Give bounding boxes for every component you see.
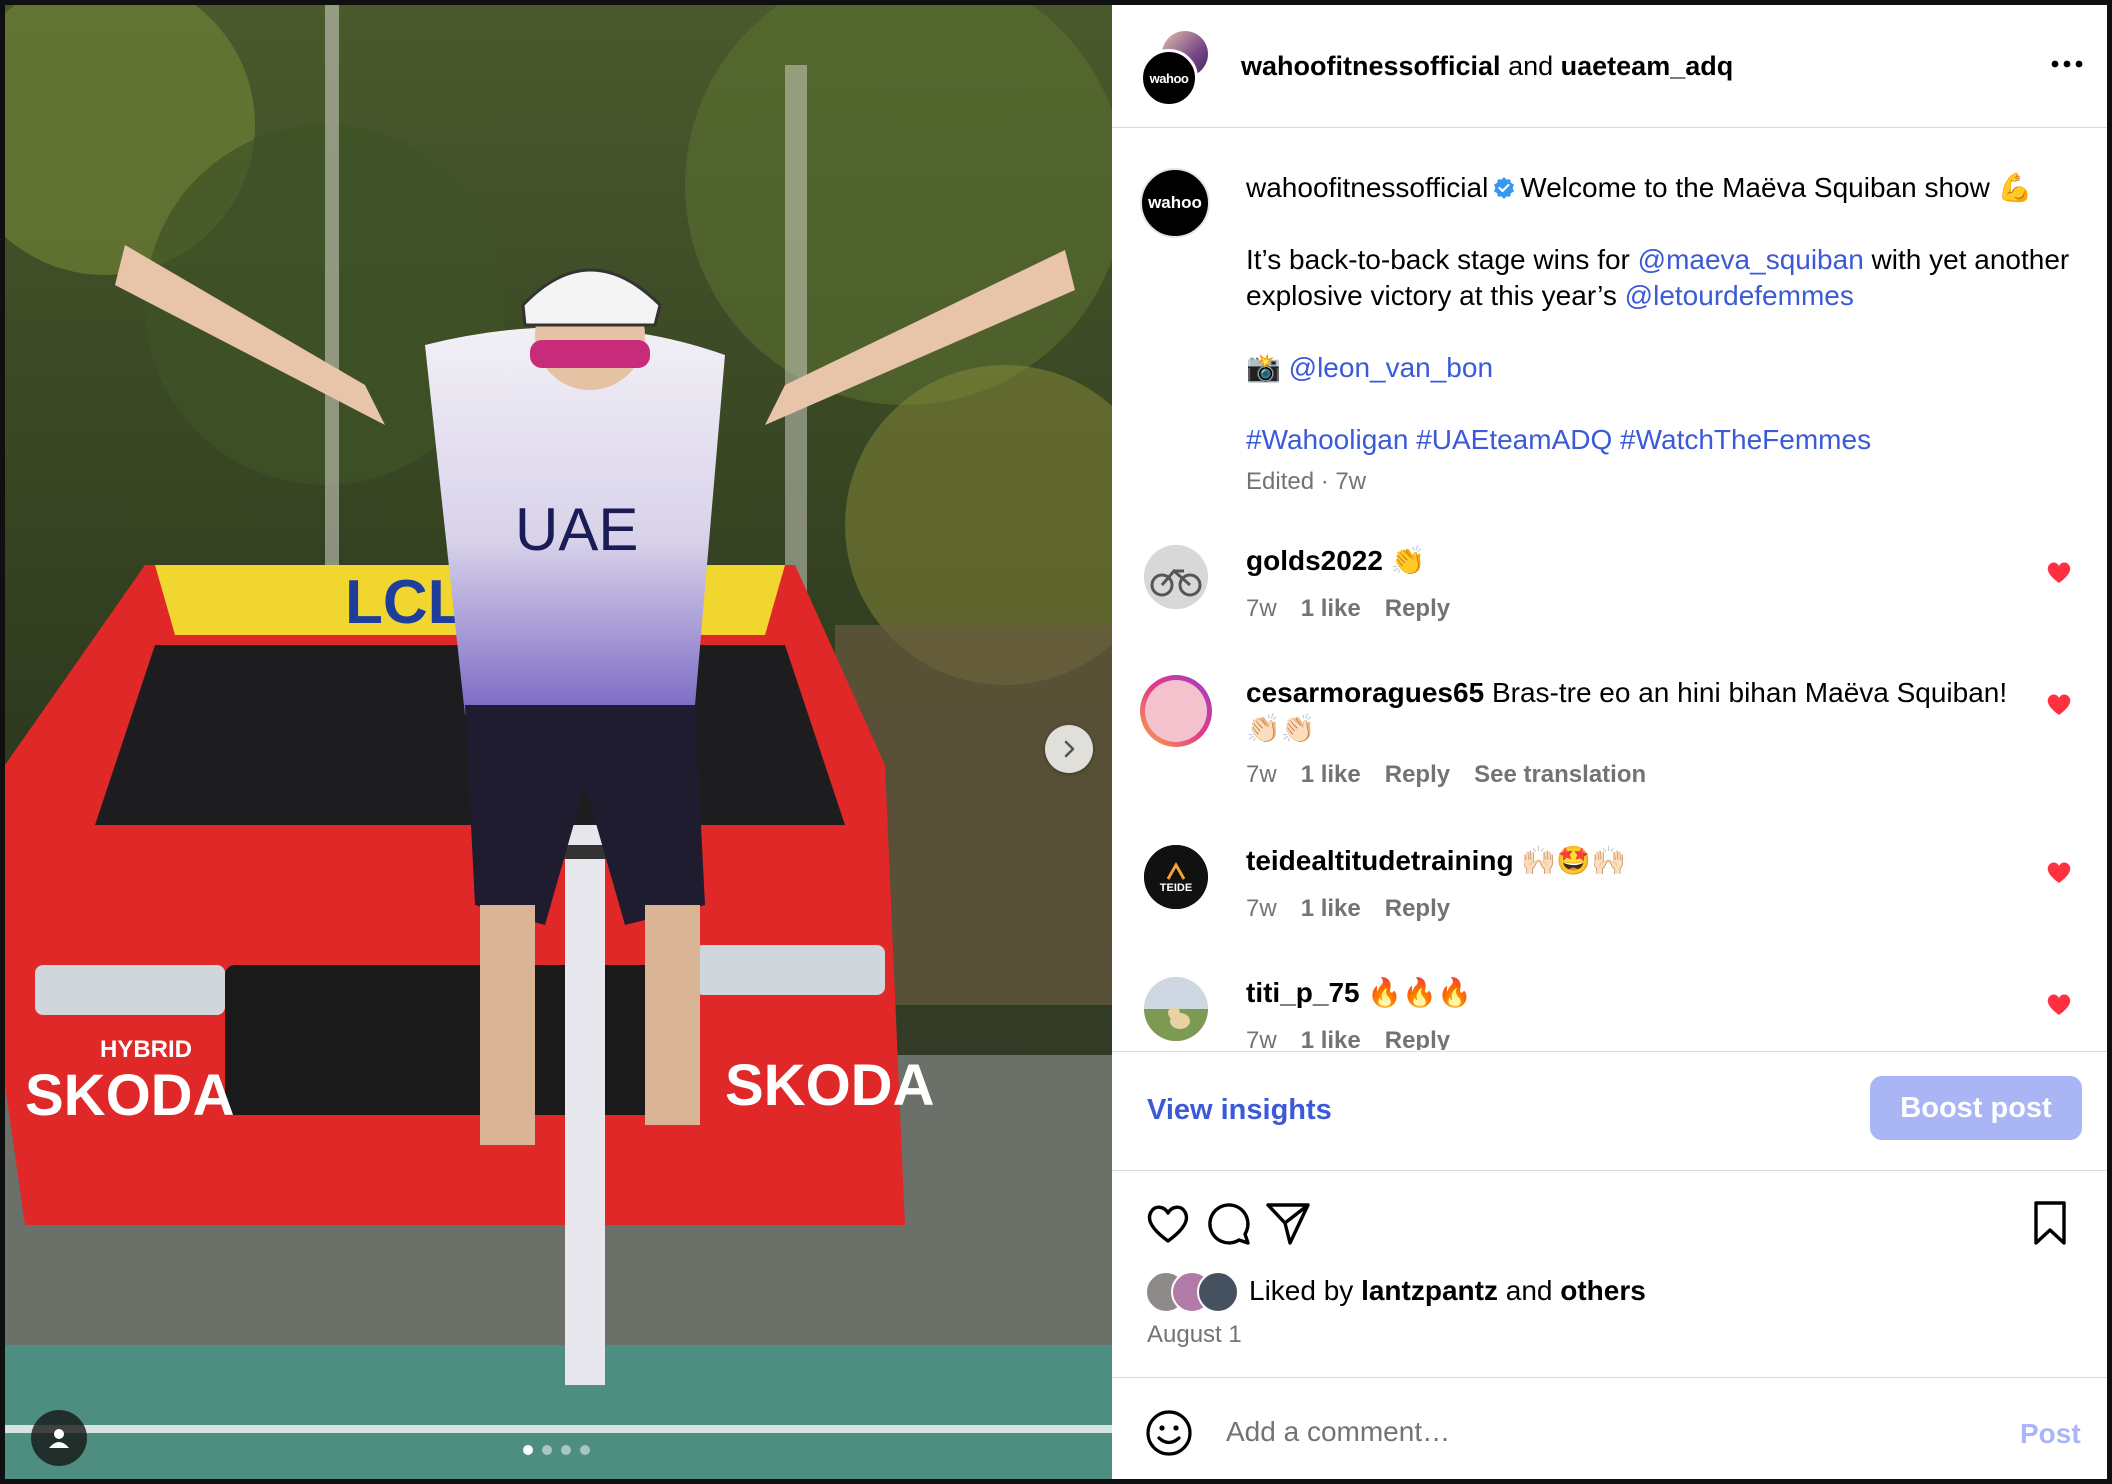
car-lcl-text: LCL (345, 568, 466, 637)
insights-bar: View insights Boost post (1112, 1051, 2107, 1171)
post-details-panel: wahoo wahoofitnessofficial and uaeteam_a… (1112, 5, 2107, 1479)
comment-avatar[interactable] (1140, 675, 1212, 747)
caption-line2-pre: It’s back-to-back stage wins for (1246, 244, 1638, 275)
comment-reply-button[interactable]: Reply (1385, 761, 1450, 789)
likes-summary: Liked by lantzpantz and others (1145, 1271, 1646, 1313)
comment-reply-button[interactable]: Reply (1385, 1027, 1450, 1050)
comment-age: 7w (1246, 595, 1277, 622)
carousel-dot (580, 1445, 590, 1455)
heart-icon[interactable] (2044, 989, 2074, 1019)
emoji-icon[interactable] (1144, 1408, 1194, 1458)
author-connector-text: and (1508, 51, 1554, 81)
caption-username[interactable]: wahoofitnessofficial (1246, 172, 1488, 203)
mention-leon[interactable]: @leon_van_bon (1289, 352, 1493, 383)
comment-likes[interactable]: 1 like (1301, 595, 1361, 623)
heart-icon[interactable] (2044, 557, 2074, 587)
see-translation-button[interactable]: See translation (1474, 761, 1646, 789)
caption-avatar[interactable]: wahoo (1140, 168, 1210, 238)
caption-line1: Welcome to the Maëva Squiban show 💪 (1520, 172, 2033, 203)
comment-text: 🙌🏻🤩🙌🏻 (1521, 845, 1626, 876)
heart-icon[interactable] (2044, 857, 2074, 887)
comment-avatar[interactable] (1144, 977, 1208, 1041)
verified-badge-icon (1494, 177, 1515, 199)
comment-username[interactable]: cesarmoragues65 (1246, 677, 1484, 708)
like-heart-icon[interactable] (1142, 1197, 1194, 1249)
author-link-wahoo[interactable]: wahoofitnessofficial (1241, 51, 1501, 81)
comment-reply-button[interactable]: Reply (1385, 895, 1450, 923)
add-comment-bar: Post (1112, 1377, 2107, 1480)
chevron-right-icon (1064, 740, 1075, 758)
post-actions (1112, 1175, 2107, 1245)
comments-list[interactable]: wahoo wahoofitnessofficial Welcome to the… (1112, 128, 2107, 1050)
car-skoda-left: SKODA (25, 1063, 234, 1128)
view-insights-link[interactable]: View insights (1147, 1094, 1332, 1127)
comment-username[interactable]: golds2022 (1246, 545, 1383, 576)
teide-avatar-label: TEIDE (1160, 882, 1192, 894)
next-slide-button[interactable] (1045, 725, 1093, 773)
avatar-wahoo: wahoo (1140, 49, 1198, 107)
comment-reply-button[interactable]: Reply (1385, 595, 1450, 623)
bookmark-icon[interactable] (2024, 1197, 2076, 1249)
likes-connector: and (1497, 1275, 1561, 1306)
post-header: wahoo wahoofitnessofficial and uaeteam_a… (1112, 5, 2107, 128)
comment-avatar[interactable]: TEIDE (1144, 845, 1208, 909)
post-media[interactable]: LCL SKODA SKODA HYBRID UAE (5, 5, 1112, 1479)
camera-emoji: 📸 (1246, 352, 1281, 383)
car-skoda-right: SKODA (725, 1053, 934, 1118)
author-link-uae[interactable]: uaeteam_adq (1561, 51, 1734, 81)
likes-others-link[interactable]: others (1560, 1275, 1646, 1306)
comment-age: 7w (1246, 895, 1277, 922)
more-icon[interactable] (2047, 49, 2087, 79)
heart-icon[interactable] (2044, 689, 2074, 719)
bike-avatar-image (1144, 545, 1208, 609)
teide-logo-icon: TEIDE (1144, 845, 1208, 909)
comment-username[interactable]: titi_p_75 (1246, 977, 1360, 1008)
comment-age: 7w (1246, 761, 1277, 788)
post-authors: wahoofitnessofficial and uaeteam_adq (1241, 51, 1733, 82)
post-date[interactable]: August 1 (1147, 1321, 1242, 1349)
car-hybrid-text: HYBRID (100, 1036, 192, 1063)
post-photo: LCL SKODA SKODA HYBRID UAE (5, 5, 1112, 1479)
comment-icon[interactable] (1202, 1197, 1254, 1249)
boost-post-button[interactable]: Boost post (1870, 1076, 2082, 1140)
dog-avatar-image (1144, 977, 1208, 1041)
likes-prefix: Liked by (1249, 1275, 1362, 1306)
post-comment-button[interactable]: Post (2020, 1418, 2081, 1450)
tagged-users-button[interactable] (31, 1410, 87, 1466)
liker-avatars[interactable] (1145, 1271, 1249, 1313)
comment-likes[interactable]: 1 like (1301, 761, 1361, 789)
comment-username[interactable]: teidealtitudetraining (1246, 845, 1514, 876)
caption-hashtags[interactable]: #Wahooligan #UAEteamADQ #WatchTheFemmes (1246, 424, 1871, 455)
comment-likes[interactable]: 1 like (1301, 1027, 1361, 1050)
mention-maeva[interactable]: @maeva_squiban (1638, 244, 1864, 275)
collab-avatars[interactable]: wahoo (1140, 31, 1212, 107)
carousel-indicator (523, 1445, 590, 1455)
mention-letour[interactable]: @letourdefemmes (1625, 280, 1854, 311)
user-tag-icon (49, 1429, 69, 1448)
comment-avatar[interactable] (1144, 545, 1208, 609)
carousel-dot (561, 1445, 571, 1455)
liker-username[interactable]: lantzpantz (1361, 1275, 1498, 1306)
liker-avatar (1197, 1271, 1239, 1313)
share-icon[interactable] (1262, 1197, 1314, 1249)
caption-meta: Edited · 7w (1246, 468, 1367, 495)
comment-age: 7w (1246, 1027, 1277, 1050)
comment-text: 👏 (1390, 545, 1426, 576)
jersey-text: UAE (515, 496, 638, 563)
carousel-dot (542, 1445, 552, 1455)
comment-input[interactable] (1224, 1406, 1928, 1458)
carousel-dot-active (523, 1445, 533, 1455)
comment-text: 🔥🔥🔥 (1367, 977, 1472, 1008)
comment-likes[interactable]: 1 like (1301, 895, 1361, 923)
